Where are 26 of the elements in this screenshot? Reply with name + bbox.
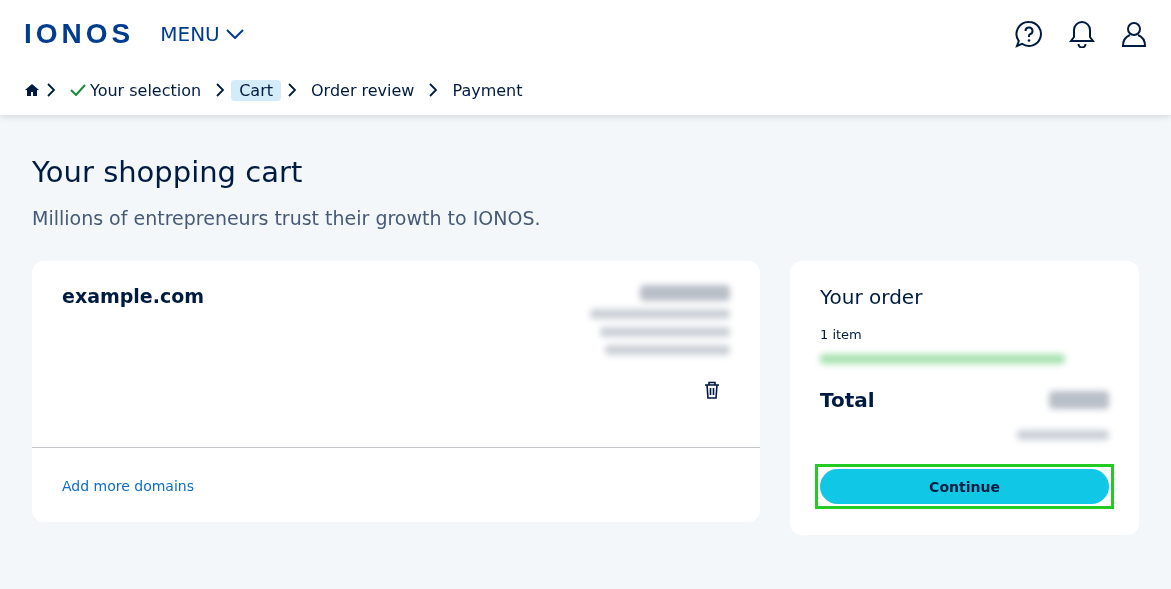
menu-button[interactable]: MENU	[160, 22, 244, 46]
add-domains-link[interactable]: Add more domains	[62, 478, 194, 494]
trash-icon[interactable]	[704, 381, 720, 399]
breadcrumb-link[interactable]: Payment	[444, 79, 531, 101]
check-icon	[70, 84, 86, 96]
breadcrumb-link[interactable]: Order review	[303, 79, 423, 101]
chevron-icon	[46, 83, 56, 97]
breadcrumb-link[interactable]: Cart	[231, 79, 281, 101]
page-title: Your shopping cart	[32, 155, 304, 189]
chevron-icon	[428, 83, 439, 97]
breadcrumb-link[interactable]: Your selection	[62, 79, 210, 101]
help-icon[interactable]	[1015, 20, 1043, 48]
logo[interactable]: IONOS	[24, 18, 135, 50]
domain-name: example.com	[62, 285, 205, 309]
bell-icon[interactable]	[1069, 20, 1095, 48]
home-icon[interactable]	[24, 83, 40, 97]
caret-icon	[225, 29, 244, 39]
blurred-text	[1049, 391, 1109, 409]
total-label: Total	[820, 388, 875, 412]
chevron-icon	[287, 83, 297, 97]
item-count: 1 item	[820, 327, 863, 342]
continue-button[interactable]: Continue	[820, 469, 1109, 504]
order-title: Your order	[820, 285, 924, 309]
chevron-icon	[215, 83, 226, 97]
user-icon[interactable]	[1121, 20, 1147, 48]
page-subtitle: Millions of entrepreneurs trust their growth to IONOS.	[32, 207, 542, 229]
